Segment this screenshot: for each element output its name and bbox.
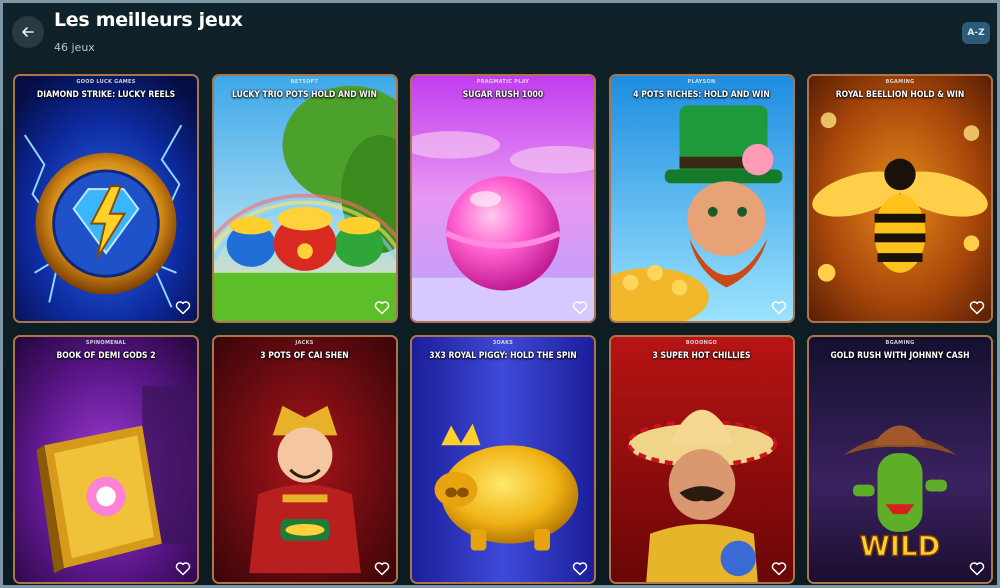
game-provider: SPINOMENAL [85,340,127,346]
favorite-button[interactable] [174,559,192,577]
game-title: GOLD RUSH WITH JOHNNY CASH [830,351,970,361]
game-card[interactable]: 3OAKS 3X3 ROYAL PIGGY: HOLD THE SPIN [410,335,596,584]
game-title: LUCKY TRIO POTS HOLD AND WIN [232,90,377,100]
favorite-button[interactable] [571,298,589,316]
favorite-button[interactable] [373,559,391,577]
game-provider: PLAYSON [687,79,716,85]
favorite-button[interactable] [571,559,589,577]
game-thumbnail [412,76,594,321]
game-card[interactable]: WILD BGAMING GOLD RUSH WITH JOHNNY CASH [807,335,993,584]
game-provider: GOOD LUCK GAMES [76,79,136,85]
heart-icon [175,300,191,314]
game-thumbnail: WILD [809,337,991,582]
back-button[interactable] [12,16,44,48]
heart-icon [572,300,588,314]
game-card[interactable]: GOOD LUCK GAMES DIAMOND STRIKE: LUCKY RE… [13,74,199,323]
page-title: Les meilleurs jeux [54,9,243,31]
game-thumbnail [15,337,197,582]
games-grid: GOOD LUCK GAMES DIAMOND STRIKE: LUCKY RE… [13,74,993,584]
game-title: 3 SUPER HOT CHILLIES [652,351,751,361]
game-provider: JACKS [295,340,314,346]
game-count: 46 jeux [54,41,95,54]
game-provider: BGAMING [885,79,915,85]
game-thumbnail [213,337,396,582]
game-title: SUGAR RUSH 1000 [462,90,544,100]
arrow-left-icon [22,27,34,37]
wild-logo: WILD [860,531,941,562]
app-frame: Les meilleurs jeux 46 jeux A-Z GOOD LUCK… [0,0,1000,588]
favorite-button[interactable] [770,298,788,316]
game-card[interactable]: BOOONGO 3 SUPER HOT CHILLIES [608,335,795,584]
game-title: ROYAL BEELLION HOLD & WIN [835,90,965,100]
game-card[interactable]: PLAYSON 4 POTS RICHES: HOLD AND WIN [608,74,795,323]
game-provider: PRAGMATIC PLAY [476,79,530,85]
game-card[interactable]: PRAGMATIC PLAY SUGAR RUSH 1000 [410,74,596,323]
game-thumbnail [610,76,793,321]
game-thumbnail [213,76,396,321]
heart-icon [374,300,389,314]
game-title: BOOK OF DEMI GODS 2 [56,351,156,361]
heart-icon [969,300,985,314]
favorite-button[interactable] [968,559,986,577]
favorite-button[interactable] [968,298,986,316]
game-provider: BGAMING [885,340,915,346]
game-title: DIAMOND STRIKE: LUCKY REELS [36,90,176,100]
game-card[interactable]: SPINOMENAL BOOK OF DEMI GODS 2 [13,335,199,584]
game-provider: 3OAKS [492,340,514,346]
favorite-button[interactable] [770,559,788,577]
sort-az-button[interactable]: A-Z [962,22,990,44]
game-card[interactable]: BETSOFT LUCKY TRIO POTS HOLD AND WIN [211,74,398,323]
game-card[interactable]: JACKS 3 POTS OF CAI SHEN [211,335,398,584]
game-card[interactable]: BGAMING ROYAL BEELLION HOLD & WIN [807,74,993,323]
heart-icon [969,561,985,575]
heart-icon [374,561,389,575]
favorite-button[interactable] [174,298,192,316]
game-provider: BOOONGO [685,340,718,346]
game-thumbnail [809,76,991,321]
heart-icon [175,561,191,575]
game-title: 3 POTS OF CAI SHEN [260,351,349,361]
heart-icon [572,561,588,575]
favorite-button[interactable] [373,298,391,316]
game-thumbnail [15,76,197,321]
heart-icon [771,300,786,314]
heart-icon [771,561,786,575]
game-title: 3X3 ROYAL PIGGY: HOLD THE SPIN [429,351,577,361]
game-title: 4 POTS RICHES: HOLD AND WIN [633,90,770,100]
game-thumbnail [610,337,793,582]
game-thumbnail [412,337,594,582]
game-provider: BETSOFT [290,79,319,85]
